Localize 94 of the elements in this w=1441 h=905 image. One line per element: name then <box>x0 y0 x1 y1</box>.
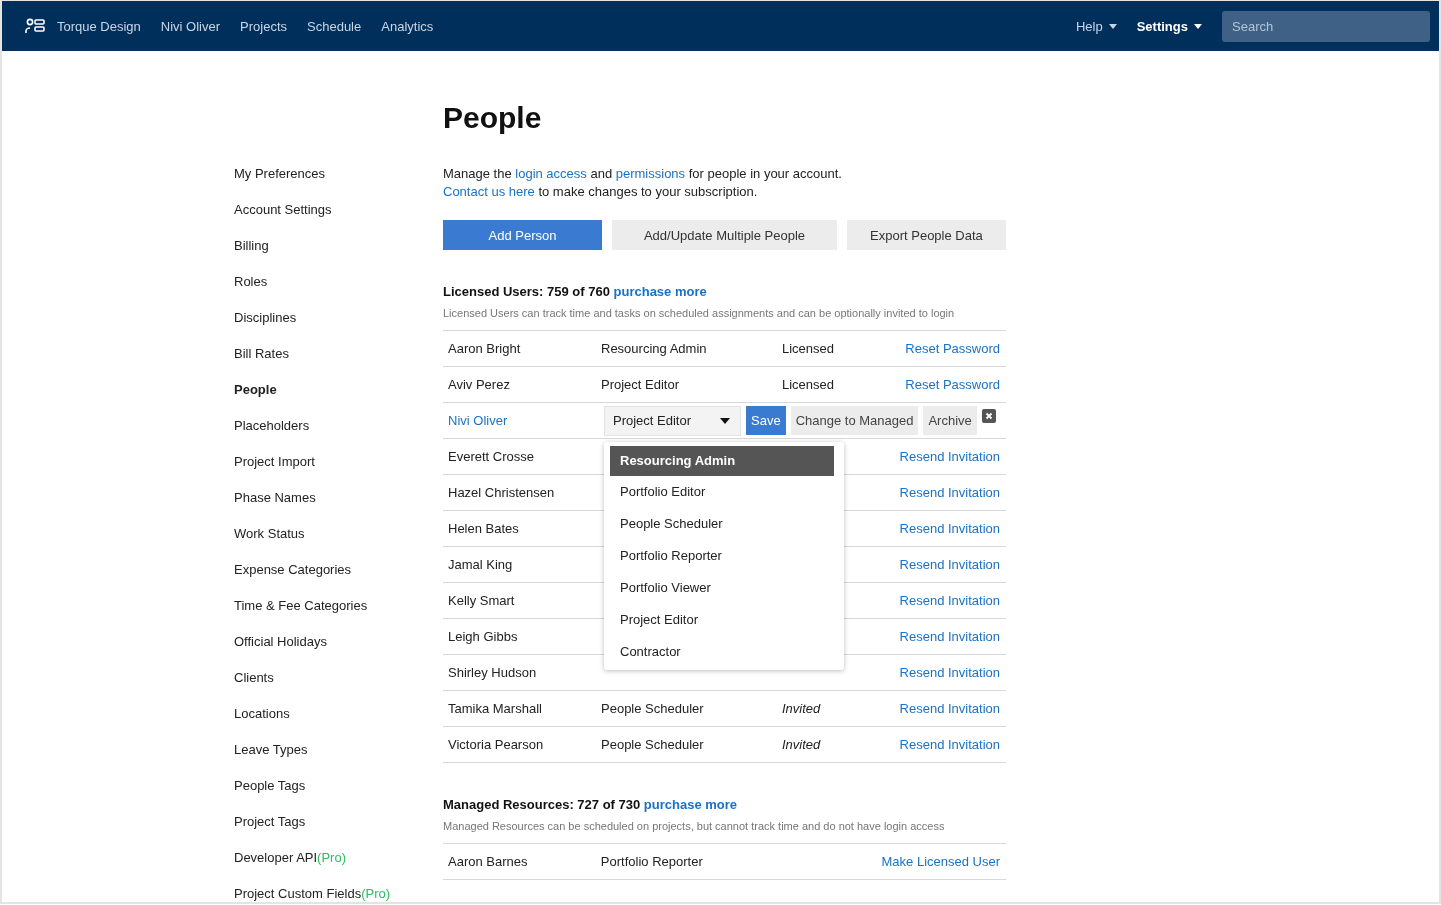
row-action-link[interactable]: Resend Invitation <box>899 593 1000 608</box>
dropdown-option[interactable]: Portfolio Editor <box>604 476 834 508</box>
table-cell-text: Helen Bates <box>447 521 520 536</box>
nav-menu[interactable]: Help <box>1075 18 1117 34</box>
person-name-link[interactable]: Nivi Oliver <box>443 413 601 428</box>
nav-link[interactable]: Projects <box>240 18 288 34</box>
sidebar-item[interactable]: Work Status <box>234 526 443 562</box>
table-cell-text: Victoria Pearson <box>447 737 545 752</box>
row-action-link[interactable]: Resend Invitation <box>899 665 1000 680</box>
table-cell-text: Aviv Perez <box>447 377 511 392</box>
dropdown-option[interactable]: Portfolio Reporter <box>604 540 834 572</box>
table-cell-text: Everett Crosse <box>447 449 535 464</box>
table-cell-text: Leigh Gibbs <box>447 629 519 644</box>
text-link[interactable]: permissions <box>615 166 686 181</box>
people-list-icon[interactable] <box>25 18 45 34</box>
sidebar-item[interactable]: Bill Rates <box>234 346 443 382</box>
dropdown-option[interactable]: Resourcing Admin <box>610 446 834 476</box>
section-note: Managed Resources can be scheduled on projects, but cannot track time and do not have login access <box>443 820 946 832</box>
table-cell: Invited <box>782 701 821 716</box>
row-button[interactable]: Save <box>746 406 786 435</box>
row-action-link[interactable]: Resend Invitation <box>899 557 1000 572</box>
sidebar-item[interactable]: Project Tags <box>234 814 443 850</box>
table-cell-text: Aaron Barnes <box>447 854 529 869</box>
nav-link[interactable]: Analytics <box>381 18 434 34</box>
sidebar-item[interactable]: Project Import <box>234 454 443 490</box>
nav-link[interactable]: Nivi Oliver <box>160 18 221 34</box>
caret-icon <box>1108 23 1117 29</box>
table-cell-text: Tamika Marshall <box>447 701 543 716</box>
row-action-link[interactable]: Resend Invitation <box>899 629 1000 644</box>
intro-text: Manage the login access and permissions for people in your account. <box>443 165 843 183</box>
sidebar-item[interactable]: Account Settings <box>234 202 443 238</box>
sidebar-item[interactable]: Official Holidays <box>234 634 443 670</box>
row-action-link[interactable]: Resend Invitation <box>899 485 1000 500</box>
row-action-link[interactable]: Resend Invitation <box>899 737 1000 752</box>
table-cell-text: Shirley Hudson <box>447 665 538 680</box>
sidebar-item[interactable]: Billing <box>234 238 443 274</box>
caret-icon <box>720 417 730 424</box>
row-action-link[interactable]: Reset Password <box>905 377 1000 392</box>
row-action-link[interactable]: Resend Invitation <box>899 449 1000 464</box>
text-link[interactable]: Contact us here <box>443 184 535 199</box>
table-cell: Resourcing Admin <box>601 341 707 356</box>
table-cell: Licensed <box>782 377 835 392</box>
dropdown-option[interactable]: People Scheduler <box>604 508 834 540</box>
nav-link[interactable]: Torque Design <box>57 18 141 34</box>
role-select[interactable]: Project Editor <box>604 405 741 436</box>
table-cell: Portfolio Reporter <box>600 854 703 869</box>
sidebar-item[interactable]: Expense Categories <box>234 562 443 598</box>
sidebar-item[interactable]: Phase Names <box>234 490 443 526</box>
table-cell: Project Editor <box>601 377 680 392</box>
sidebar-item[interactable]: Developer API(Pro) <box>234 850 443 886</box>
row-action-link[interactable]: Reset Password <box>905 341 1000 356</box>
action-button[interactable]: Export People Data <box>846 220 1006 250</box>
table-cell-text: Kelly Smart <box>447 593 516 608</box>
table-cell-text: Jamal King <box>447 557 514 572</box>
table-cell: Invited <box>782 737 821 752</box>
dropdown-option[interactable]: Portfolio Viewer <box>604 572 834 604</box>
row-button[interactable]: Archive <box>923 406 977 435</box>
sidebar-item[interactable]: Disciplines <box>234 310 443 346</box>
sidebar-item[interactable]: Placeholders <box>234 418 443 454</box>
sidebar-item[interactable]: My Preferences <box>234 166 443 202</box>
sidebar-item[interactable]: People <box>234 382 443 418</box>
nav-menu[interactable]: Settings <box>1136 18 1202 34</box>
table-cell: Licensed <box>782 341 835 356</box>
row-action-link[interactable]: Resend Invitation <box>899 521 1000 536</box>
page-title: People <box>443 101 543 135</box>
action-button[interactable]: Add/Update Multiple People <box>612 220 837 250</box>
row-action-link[interactable]: Resend Invitation <box>899 701 1000 716</box>
dropdown-option[interactable]: Contractor <box>604 636 834 668</box>
intro-text: Contact us here to make changes to your subscription. <box>443 183 759 201</box>
section-heading: Licensed Users: 759 of 760 purchase more <box>443 284 708 299</box>
sidebar-item[interactable]: Clients <box>234 670 443 706</box>
section-note: Licensed Users can track time and tasks on scheduled assignments and can be optionally invited to login <box>443 307 956 319</box>
search-field[interactable]: Search <box>1222 10 1430 42</box>
table-cell: People Scheduler <box>601 701 704 716</box>
sidebar-item[interactable]: Time & Fee Categories <box>234 598 443 634</box>
action-button[interactable]: Add Person <box>443 220 603 250</box>
section-heading: Managed Resources: 727 of 730 purchase more <box>443 797 739 812</box>
purchase-link[interactable]: purchase more <box>613 284 707 299</box>
close-icon[interactable] <box>981 408 996 423</box>
sidebar-item[interactable]: Project Custom Fields(Pro) <box>234 886 443 902</box>
table-cell-text: Hazel Christensen <box>447 485 556 500</box>
caret-icon <box>1194 23 1202 29</box>
sidebar-item[interactable]: People Tags <box>234 778 443 814</box>
sidebar-item[interactable]: Locations <box>234 706 443 742</box>
table-cell: People Scheduler <box>601 737 704 752</box>
purchase-link[interactable]: purchase more <box>643 797 738 812</box>
sidebar-item[interactable]: Roles <box>234 274 443 310</box>
text-link[interactable]: login access <box>515 166 587 181</box>
dropdown-option[interactable]: Project Editor <box>604 604 834 636</box>
row-action-link[interactable]: Make Licensed User <box>881 854 1000 869</box>
row-button[interactable]: Change to Managed <box>790 406 919 435</box>
table-cell-text: Aaron Bright <box>447 341 522 356</box>
sidebar-item[interactable]: Leave Types <box>234 742 443 778</box>
nav-link[interactable]: Schedule <box>307 18 362 34</box>
